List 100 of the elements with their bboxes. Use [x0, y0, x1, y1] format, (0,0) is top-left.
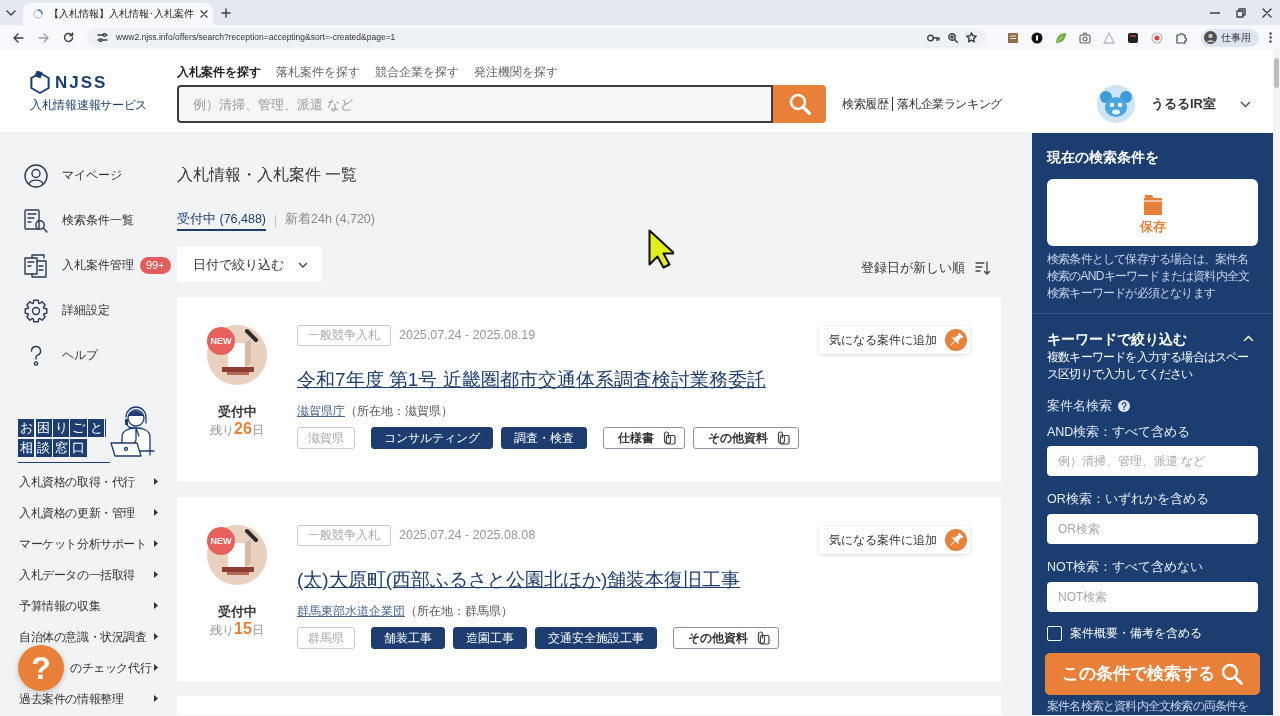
puzzle-icon[interactable] — [1175, 31, 1187, 44]
sidebar-link[interactable]: ヘルプ — [0, 333, 170, 378]
caret-icon — [154, 540, 158, 547]
document-button[interactable]: その他資料 — [673, 627, 779, 649]
new-badge: NEW — [207, 527, 235, 555]
chevron-down-icon — [298, 261, 308, 268]
region-tag: 群馬県 — [297, 627, 355, 649]
bid-period: 2025.07.24 - 2025.08.19 — [399, 327, 536, 344]
documents-icon — [24, 253, 48, 278]
close-icon[interactable] — [1262, 7, 1272, 18]
browser-tab[interactable]: 【入札情報】入札情報･入札案件 — [23, 3, 213, 25]
region-tag: 滋賀県 — [297, 427, 355, 449]
caret-icon — [154, 478, 158, 485]
minimize-icon[interactable] — [1210, 11, 1220, 14]
panel-heading: 現在の検索条件を — [1047, 148, 1160, 167]
count-badge: 99+ — [140, 257, 171, 274]
keyword-input[interactable]: NOT検索 — [1047, 582, 1258, 612]
keyword-input[interactable]: OR検索 — [1047, 514, 1258, 544]
caret-icon — [154, 509, 158, 516]
book-icon[interactable] — [1007, 31, 1019, 44]
reload-icon[interactable] — [63, 32, 74, 43]
paperclip-icon — [776, 431, 790, 445]
checkbox[interactable] — [1047, 625, 1062, 641]
field-group-label: 案件名検索 — [1047, 398, 1112, 415]
camera-icon[interactable] — [1079, 31, 1091, 44]
sidebar-link[interactable]: 入札案件管理 99+ — [0, 243, 170, 288]
field-label: OR検索：いずれかを含める — [1047, 491, 1210, 508]
category-tag: コンサルティング — [371, 427, 493, 449]
close-icon[interactable] — [200, 10, 208, 18]
status-tab[interactable]: 受付中 (76,488) — [177, 210, 267, 231]
search-button[interactable] — [773, 85, 826, 123]
service-link[interactable]: 入札資格の取得・代行 — [0, 466, 170, 497]
service-link[interactable]: 予算情報の収集 — [0, 590, 170, 621]
star-icon[interactable] — [966, 32, 977, 43]
listing-title-link[interactable]: 令和7年度 第1号 近畿圏都市交通体系調査検討業務委託 — [297, 367, 766, 393]
logo-wordmark[interactable]: NJSS — [55, 72, 108, 93]
caret-icon — [154, 664, 158, 671]
watchlist-button[interactable]: 気になる案件に追加 — [819, 326, 970, 354]
keyword-input[interactable]: 例）清掃、管理、派遣 など — [1047, 446, 1258, 476]
search-field[interactable]: 例）清掃、管理、派遣 など — [177, 85, 773, 123]
avatar-icon[interactable] — [1097, 85, 1135, 123]
plus-icon[interactable] — [221, 7, 231, 18]
sort-button[interactable]: 登録日が新しい順 — [861, 259, 990, 277]
user-name[interactable]: うるるIR室 — [1151, 95, 1216, 113]
agency-link[interactable]: 滋賀県庁 — [297, 404, 345, 418]
pushpin-icon — [945, 529, 967, 551]
field-label: NOT検索：すべて含めない — [1047, 559, 1205, 576]
location-text: （所在地：群馬県） — [405, 604, 513, 618]
square-icon[interactable] — [1127, 31, 1139, 44]
search-tab[interactable]: 発注機関を探す — [474, 64, 558, 80]
chevron-up-icon[interactable] — [1243, 335, 1254, 342]
search-tab[interactable]: 入札案件を探す — [177, 64, 261, 80]
caret-icon — [154, 695, 158, 702]
category-tag: 造園工事 — [453, 627, 527, 649]
address-bar[interactable]: www2.njss.info/offers/search?reception=accepting&sort=-created&page=1 — [87, 27, 987, 48]
category-tag: 交通安全施設工事 — [535, 627, 657, 649]
listing-title-link[interactable]: (太)大原町(西部ふるさと公園北ほか)舗装本復旧工事 — [297, 567, 741, 593]
service-link[interactable]: 入札データの一括取得 — [0, 559, 170, 590]
leaf-icon[interactable] — [1055, 31, 1067, 44]
header-link[interactable]: 検索履歴 — [842, 97, 889, 111]
circle-icon[interactable] — [1031, 31, 1043, 44]
service-link[interactable]: マーケット分析サポート — [0, 528, 170, 559]
profile-button[interactable]: 仕事用 — [1201, 28, 1259, 47]
record-icon[interactable] — [1151, 31, 1163, 44]
back-arrow-icon[interactable] — [13, 32, 24, 43]
restore-icon[interactable] — [1236, 7, 1246, 18]
service-link[interactable]: のチェック代行 — [66, 652, 170, 683]
remaining-days: 残り26日 — [210, 420, 264, 439]
sidebar-link[interactable]: 検索条件一覧 — [0, 198, 170, 243]
tune-icon[interactable] — [97, 33, 108, 42]
search-tab[interactable]: 競合企業を探す — [375, 64, 459, 80]
zoom-icon[interactable] — [948, 32, 958, 43]
document-button[interactable]: 仕様書 — [603, 427, 685, 449]
service-link[interactable]: 入札資格の更新・管理 — [0, 497, 170, 528]
bid-type-tag: 一般競争入札 — [297, 325, 391, 346]
header-link[interactable]: 落札企業ランキング — [892, 97, 1002, 111]
search-tab[interactable]: 落札案件を探す — [276, 64, 360, 80]
key-icon[interactable] — [927, 33, 940, 42]
caret-icon — [154, 633, 158, 640]
paperclip-icon — [662, 431, 676, 445]
sidebar-link[interactable]: マイページ — [0, 153, 170, 198]
hexagon-logo-icon[interactable] — [30, 70, 50, 95]
page-title: 入札情報・入札案件 一覧 — [177, 165, 359, 185]
scrollbar-thumb[interactable] — [1274, 58, 1279, 88]
caret-icon — [154, 571, 158, 578]
chevron-down-icon[interactable] — [1240, 100, 1251, 108]
chevron-down-icon[interactable] — [6, 9, 16, 16]
menu-icon[interactable] — [1269, 32, 1272, 43]
search-note: 案件名検索と資料内全文検索の両条件を — [1047, 699, 1250, 713]
help-icon[interactable] — [1118, 400, 1130, 412]
watchlist-button[interactable]: 気になる案件に追加 — [819, 526, 970, 554]
section-heading: キーワードで絞り込む — [1047, 329, 1187, 349]
sidebar-link[interactable]: 詳細設定 — [0, 288, 170, 333]
caret-icon — [154, 602, 158, 609]
agency-link[interactable]: 群馬東部水道企業団 — [297, 604, 405, 618]
paperclip-icon — [756, 631, 770, 645]
category-tag: 調査・検査 — [501, 427, 587, 449]
date-filter-dropdown[interactable]: 日付で絞り込む — [177, 247, 322, 282]
document-button[interactable]: その他資料 — [693, 427, 799, 449]
save-note: 検索条件として保存する場合は、案件名検索のANDキーワードまたは資料内全文検索キーワードが必須となります — [1047, 250, 1251, 302]
